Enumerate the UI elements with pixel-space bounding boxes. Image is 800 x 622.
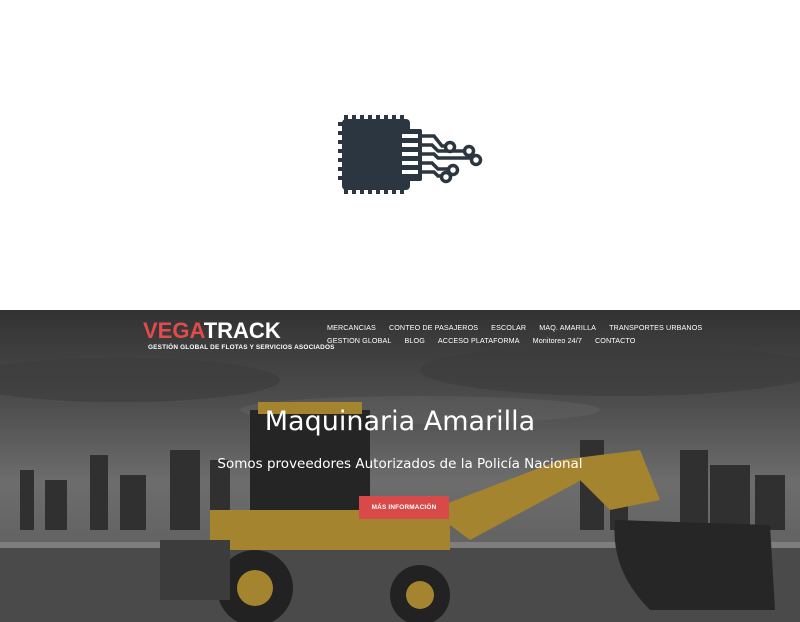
logo-tagline: GESTIÓN GLOBAL DE FLOTAS Y SERVICIOS ASO… <box>148 344 335 351</box>
nav-link-gestion-global[interactable]: GESTION GLOBAL <box>327 336 392 345</box>
nav-row-1: MERCANCIAS CONTEO DE PASAJEROS ESCOLAR M… <box>327 323 787 332</box>
nav-link-acceso-plataforma[interactable]: ACCESO PLATAFORMA <box>438 336 520 345</box>
logo-part-vega: VEGA <box>143 318 204 343</box>
nav-link-mercancias[interactable]: MERCANCIAS <box>327 323 376 332</box>
site-logo[interactable]: VEGATRACK GESTIÓN GLOBAL DE FLOTAS Y SER… <box>143 318 335 352</box>
mas-informacion-button[interactable]: MÁS INFORMACIÓN <box>359 496 449 519</box>
main-nav: MERCANCIAS CONTEO DE PASAJEROS ESCOLAR M… <box>327 323 787 349</box>
nav-link-escolar[interactable]: ESCOLAR <box>491 323 526 332</box>
nav-link-transportes-urbanos[interactable]: TRANSPORTES URBANOS <box>609 323 702 332</box>
logo-part-track: TRACK <box>203 318 281 343</box>
loader-area <box>0 0 800 310</box>
hero-section: VEGATRACK GESTIÓN GLOBAL DE FLOTAS Y SER… <box>0 310 800 622</box>
chip-circuit-icon <box>338 115 483 194</box>
nav-row-2: GESTION GLOBAL BLOG ACCESO PLATAFORMA Mo… <box>327 336 787 345</box>
hero-subtitle: Somos proveedores Autorizados de la Poli… <box>217 456 583 472</box>
nav-link-maq-amarilla[interactable]: MAQ. AMARILLA <box>539 323 596 332</box>
nav-link-contacto[interactable]: CONTACTO <box>595 336 635 345</box>
nav-link-blog[interactable]: BLOG <box>405 336 425 345</box>
hero-title: Maquinaria Amarilla <box>264 406 536 437</box>
nav-link-conteo-de-pasajeros[interactable]: CONTEO DE PASAJEROS <box>389 323 478 332</box>
nav-link-monitoreo[interactable]: Monitoreo 24/7 <box>533 336 582 345</box>
